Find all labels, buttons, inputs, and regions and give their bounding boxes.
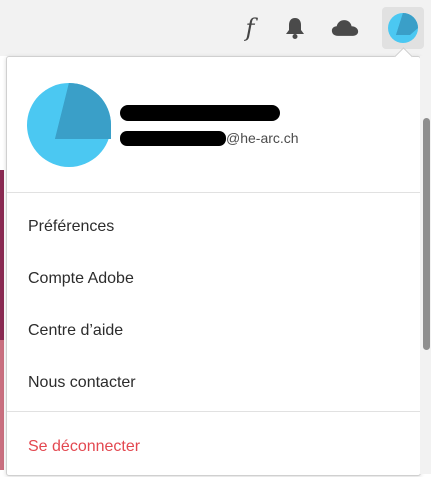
menu-item-contact-us[interactable]: Nous contacter bbox=[28, 374, 136, 392]
divider bbox=[7, 411, 420, 412]
profile-email: @he-arc.ch bbox=[120, 130, 299, 146]
profile-avatar bbox=[27, 83, 111, 167]
bell-icon[interactable] bbox=[281, 14, 309, 42]
cloud-icon[interactable] bbox=[331, 14, 359, 42]
profile-dropdown-menu: @he-arc.ch Préférences Compte Adobe Cent… bbox=[6, 56, 421, 476]
background-strip bbox=[0, 170, 4, 340]
scrollbar-thumb[interactable] bbox=[423, 118, 430, 350]
avatar-icon bbox=[388, 13, 418, 43]
profile-section: @he-arc.ch bbox=[7, 57, 420, 192]
redacted-name bbox=[120, 105, 280, 121]
redacted-email-prefix bbox=[120, 130, 226, 146]
background-strip bbox=[0, 340, 4, 470]
logout-button[interactable]: Se déconnecter bbox=[28, 438, 140, 456]
email-suffix: @he-arc.ch bbox=[226, 130, 299, 146]
profile-avatar-button[interactable] bbox=[382, 7, 424, 49]
top-toolbar: f bbox=[0, 0, 431, 56]
menu-item-adobe-account[interactable]: Compte Adobe bbox=[28, 270, 134, 288]
menu-item-help-center[interactable]: Centre d’aide bbox=[28, 322, 123, 340]
divider bbox=[7, 192, 420, 193]
menu-item-preferences[interactable]: Préférences bbox=[28, 218, 114, 236]
fonts-icon[interactable]: f bbox=[236, 14, 264, 42]
